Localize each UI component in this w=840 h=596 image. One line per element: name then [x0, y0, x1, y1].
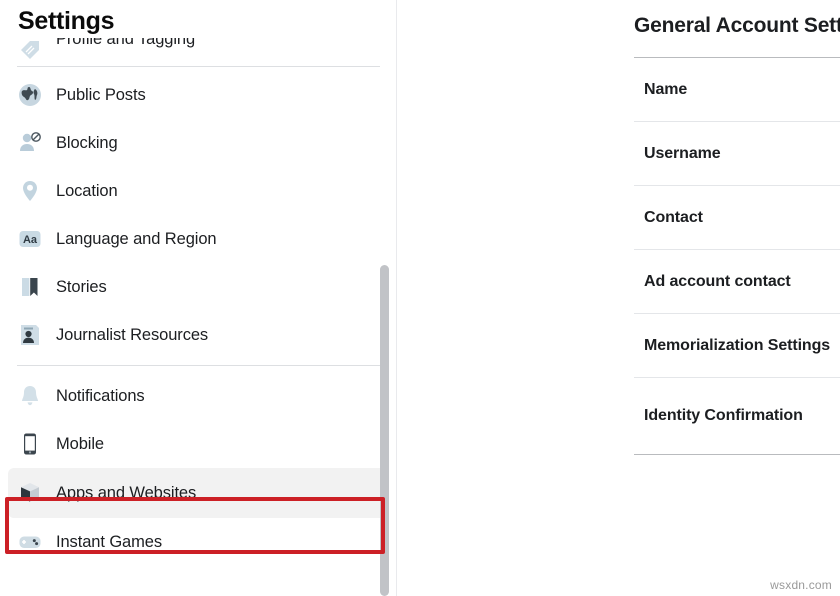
nav-divider-2 — [17, 365, 380, 366]
book-icon — [16, 273, 44, 301]
sidebar-item-stories[interactable]: Stories — [8, 263, 389, 311]
sidebar-item-notifications[interactable]: Notifications — [8, 372, 389, 420]
watermark: wsxdn.com — [770, 578, 832, 592]
mobile-phone-icon — [16, 430, 44, 458]
sidebar-item-label: Journalist Resources — [56, 326, 208, 345]
sidebar-item-label: Location — [56, 182, 118, 201]
sidebar-item-language-and-region[interactable]: Aa Language and Region — [8, 215, 389, 263]
sidebar-item-label: Stories — [56, 278, 107, 297]
account-row-label: Username — [644, 145, 721, 163]
settings-nav-list: Profile and Tagging Public Posts — [0, 0, 397, 596]
sidebar-item-label: Mobile — [56, 435, 104, 454]
settings-sidebar: Settings Profile and Tagging — [0, 0, 397, 596]
account-settings-card: Name Username Contact Ad account contact… — [634, 57, 840, 455]
sidebar-item-label: Notifications — [56, 387, 145, 406]
account-row-label: Contact — [644, 209, 703, 227]
settings-page: Settings Profile and Tagging — [0, 0, 840, 596]
gamepad-icon — [16, 528, 44, 556]
account-row-ad-account-contact[interactable]: Ad account contact — [634, 250, 840, 313]
nav-group-1: Profile and Tagging — [0, 0, 397, 62]
block-user-icon — [16, 129, 44, 157]
globe-icon — [16, 81, 44, 109]
content-title: General Account Settings — [634, 14, 840, 38]
sidebar-item-public-posts[interactable]: Public Posts — [8, 71, 389, 119]
sidebar-item-label: Public Posts — [56, 86, 146, 105]
sidebar-item-profile-and-tagging[interactable]: Profile and Tagging — [8, 38, 389, 62]
location-pin-icon — [16, 177, 44, 205]
sidebar-item-blocking[interactable]: Blocking — [8, 119, 389, 167]
account-row-memorialization-settings[interactable]: Memorialization Settings — [634, 314, 840, 377]
sidebar-scrollbar-track[interactable] — [380, 0, 389, 596]
sidebar-item-label: Instant Games — [56, 533, 162, 552]
account-row-identity-confirmation[interactable]: Identity Confirmation — [634, 378, 840, 454]
sidebar-item-label: Profile and Tagging — [56, 38, 195, 49]
sidebar-scrollbar-thumb[interactable] — [380, 265, 389, 596]
cube-icon — [16, 479, 44, 507]
nav-divider-1 — [17, 66, 380, 67]
account-row-name[interactable]: Name — [634, 58, 840, 121]
sidebar-item-label: Apps and Websites — [56, 484, 196, 503]
sidebar-item-mobile[interactable]: Mobile — [8, 420, 389, 468]
sidebar-item-label: Blocking — [56, 134, 118, 153]
sidebar-item-journalist-resources[interactable]: Journalist Resources — [8, 311, 389, 359]
account-row-label: Ad account contact — [644, 273, 791, 291]
account-row-contact[interactable]: Contact — [634, 186, 840, 249]
account-row-label: Identity Confirmation — [644, 407, 803, 425]
card-bottom-rule — [634, 454, 840, 455]
sidebar-item-label: Language and Region — [56, 230, 217, 249]
tag-icon — [16, 38, 44, 62]
account-settings-panel: General Account Settings Name Username C… — [397, 0, 840, 596]
account-row-username[interactable]: Username — [634, 122, 840, 185]
sidebar-item-location[interactable]: Location — [8, 167, 389, 215]
account-row-label: Name — [644, 81, 687, 99]
bell-icon — [16, 382, 44, 410]
nav-group-3: Notifications Mobile — [0, 372, 397, 566]
language-aa-icon: Aa — [16, 225, 44, 253]
sidebar-item-apps-and-websites[interactable]: Apps and Websites — [8, 468, 389, 518]
sidebar-item-instant-games[interactable]: Instant Games — [8, 518, 389, 566]
svg-text:Aa: Aa — [23, 234, 38, 246]
nav-group-2: Public Posts Blocking — [0, 71, 397, 359]
account-row-label: Memorialization Settings — [644, 337, 830, 355]
press-badge-icon — [16, 321, 44, 349]
